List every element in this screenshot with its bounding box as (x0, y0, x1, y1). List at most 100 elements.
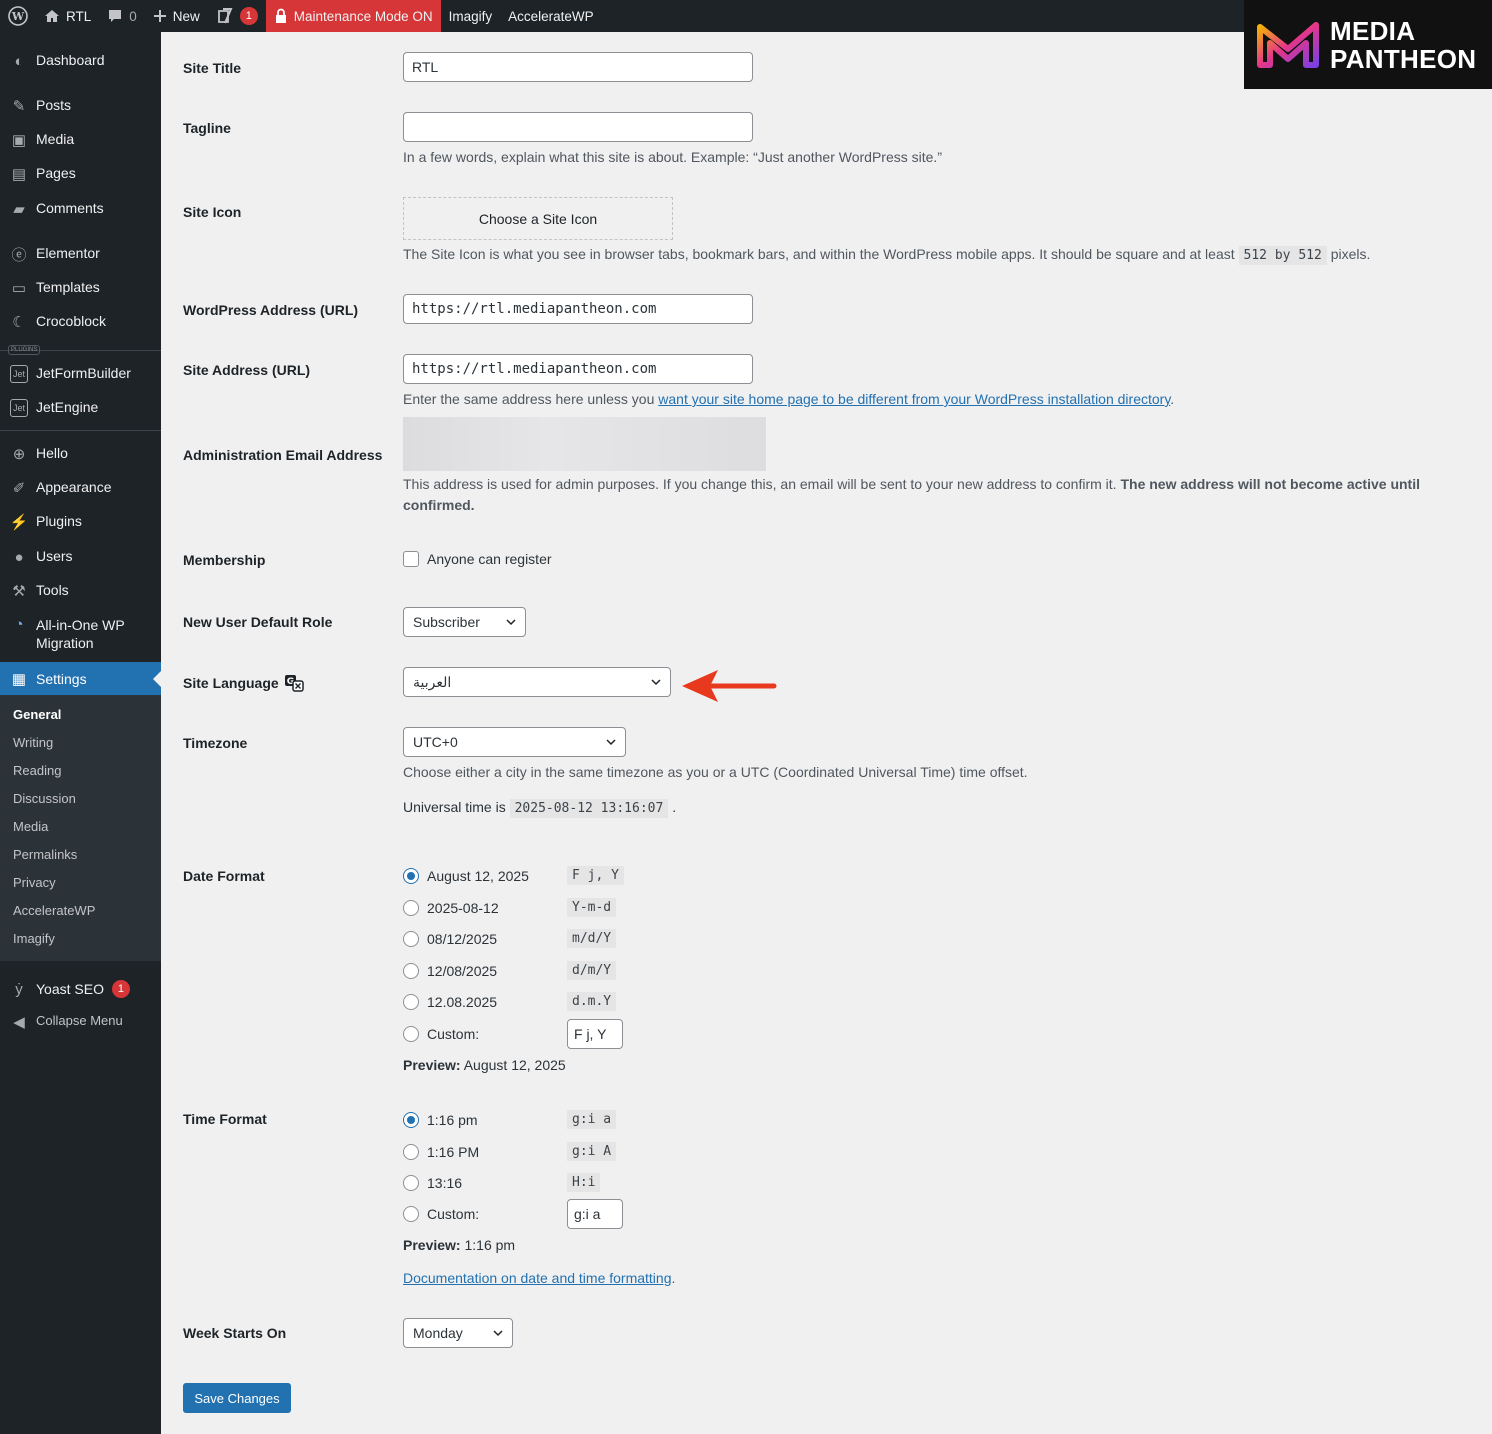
menu-tools[interactable]: ⚒ Tools (0, 582, 161, 600)
date-format-option[interactable]: August 12, 2025 (403, 865, 529, 887)
week-starts-label: Week Starts On (183, 1325, 287, 1341)
date-format-radio[interactable] (403, 868, 419, 884)
time-format-radio[interactable] (403, 1112, 419, 1128)
menu-label: Posts (36, 97, 72, 113)
acceleratewp-button[interactable]: AccelerateWP (500, 0, 602, 32)
menu-pages[interactable]: ▤ Pages (0, 165, 161, 183)
imagify-button[interactable]: Imagify (441, 0, 501, 32)
crocoblock-icon: ☾ (12, 314, 26, 331)
menu-label: JetEngine (36, 399, 99, 415)
time-format-custom-input[interactable] (567, 1199, 623, 1229)
admin-email-label: Administration Email Address (183, 447, 383, 463)
date-format-radio[interactable] (403, 931, 419, 948)
menu-settings[interactable]: ▦ Settings (0, 662, 161, 695)
menu-all-in-one-wp-migration[interactable]: ◔ All-in-One WP Migration (0, 616, 161, 652)
time-format-option[interactable]: 1:16 PM (403, 1141, 479, 1163)
pin-icon: ✎ (12, 98, 26, 115)
time-format-radio[interactable] (403, 1143, 419, 1160)
menu-yoast-seo[interactable]: ẏ Yoast SEO 1 (0, 980, 161, 998)
submenu-privacy[interactable]: Privacy (0, 869, 161, 897)
menu-jetengine[interactable]: Jet JetEngine (0, 399, 161, 417)
menu-crocoblock[interactable]: ☾ Crocoblock (0, 313, 161, 331)
site-address-input[interactable] (403, 354, 753, 384)
time-format-option[interactable]: 1:16 pm (403, 1109, 478, 1131)
yoast-button[interactable]: 1 (208, 0, 266, 32)
menu-hello[interactable]: ⊕ Hello (0, 445, 161, 463)
documentation-row: Documentation on date and time formattin… (403, 1268, 675, 1289)
date-format-radio[interactable] (403, 994, 419, 1011)
date-format-code: Y-m-d (567, 897, 617, 917)
submenu-permalinks[interactable]: Permalinks (0, 841, 161, 869)
comments-button[interactable]: 0 (99, 0, 145, 32)
wordpress-address-input[interactable] (403, 294, 753, 324)
time-format-custom-radio[interactable] (403, 1206, 419, 1222)
menu-plugins[interactable]: ⚡ Plugins (0, 513, 161, 531)
menu-dashboard[interactable]: ◐ Dashboard (0, 52, 161, 70)
default-role-select[interactable]: Subscriber (403, 607, 526, 637)
site-address-desc-text: Enter the same address here unless you (403, 391, 655, 407)
imagify-label: Imagify (448, 8, 493, 24)
submenu-reading[interactable]: Reading (0, 757, 161, 785)
menu-jetformbuilder[interactable]: Jet JetFormBuilder (0, 365, 161, 383)
week-starts-value: Monday (413, 1325, 463, 1341)
timezone-select[interactable]: UTC+0 (403, 727, 626, 757)
submenu-writing[interactable]: Writing (0, 729, 161, 757)
menu-label: Templates (36, 279, 100, 295)
tagline-input[interactable] (403, 112, 753, 142)
date-format-option[interactable]: 12/08/2025 (403, 960, 497, 982)
submenu-general[interactable]: General (0, 701, 161, 729)
new-content-button[interactable]: New (145, 0, 208, 32)
anyone-can-register-checkbox[interactable] (403, 551, 419, 567)
menu-templates[interactable]: ▭ Templates (0, 279, 161, 297)
site-title-input[interactable] (403, 52, 753, 82)
date-format-custom-radio[interactable] (403, 1026, 419, 1042)
menu-media[interactable]: ▣ Media (0, 131, 161, 149)
menu-users[interactable]: ● Users (0, 548, 161, 566)
date-time-documentation-link[interactable]: Documentation on date and time formattin… (403, 1270, 672, 1286)
site-icon-desc-end: pixels. (1330, 246, 1371, 262)
time-format-radio[interactable] (403, 1175, 419, 1192)
date-format-custom-option[interactable]: Custom: (403, 1023, 479, 1045)
collapse-menu-button[interactable]: ◀ Collapse Menu (0, 1013, 161, 1031)
tagline-description: In a few words, explain what this site i… (403, 149, 942, 165)
date-format-option-label: 08/12/2025 (427, 931, 498, 948)
date-format-option[interactable]: 2025-08-12 (403, 897, 499, 919)
date-format-option[interactable]: 08/12/2025 (403, 928, 497, 950)
time-format-custom-option[interactable]: Custom: (403, 1203, 479, 1225)
maintenance-mode-button[interactable]: Maintenance Mode ON (265, 0, 441, 32)
submenu-discussion[interactable]: Discussion (0, 785, 161, 813)
menu-elementor[interactable]: ⓔ Elementor (0, 245, 161, 264)
yoast-icon (217, 8, 233, 24)
time-format-option[interactable]: 13:16 (403, 1172, 462, 1194)
translate-icon: G (284, 675, 304, 692)
date-format-radio[interactable] (403, 962, 419, 979)
admin-email-desc-text: This address is used for admin purposes.… (403, 476, 1117, 492)
date-format-option[interactable]: 12.08.2025 (403, 991, 497, 1013)
menu-comments[interactable]: ▰ Comments (0, 200, 161, 218)
comments-icon: ▰ (13, 201, 25, 218)
settings-icon: ▦ (11, 670, 27, 688)
wordpress-logo-button[interactable]: W (0, 0, 36, 32)
date-format-radio[interactable] (403, 899, 419, 916)
submenu-media[interactable]: Media (0, 813, 161, 841)
universal-time-value: 2025-08-12 13:16:07 (509, 799, 669, 818)
date-format-custom-input[interactable] (567, 1019, 623, 1049)
menu-posts[interactable]: ✎ Posts (0, 97, 161, 115)
menu-separator (0, 430, 161, 431)
save-changes-button[interactable]: Save Changes (183, 1383, 291, 1413)
plus-circle-icon: ⊕ (12, 446, 26, 463)
submenu-acceleratewp[interactable]: AccelerateWP (0, 897, 161, 925)
site-address-help-link[interactable]: want your site home page to be different… (658, 391, 1170, 407)
site-name-button[interactable]: RTL (36, 0, 99, 32)
week-starts-select[interactable]: Monday (403, 1318, 513, 1348)
universal-time-row: Universal time is 2025-08-12 13:16:07 . (403, 797, 676, 819)
menu-appearance[interactable]: ✐ Appearance (0, 479, 161, 497)
choose-site-icon-button[interactable]: Choose a Site Icon (403, 197, 673, 240)
anyone-can-register-option[interactable]: Anyone can register (403, 551, 552, 567)
time-preview: Preview: 1:16 pm (403, 1235, 515, 1256)
admin-email-input-blurred[interactable] (403, 417, 766, 471)
submenu-imagify[interactable]: Imagify (0, 925, 161, 953)
site-name: RTL (66, 8, 92, 24)
site-language-select[interactable]: العربية (403, 667, 671, 697)
menu-label: Settings (36, 670, 87, 687)
